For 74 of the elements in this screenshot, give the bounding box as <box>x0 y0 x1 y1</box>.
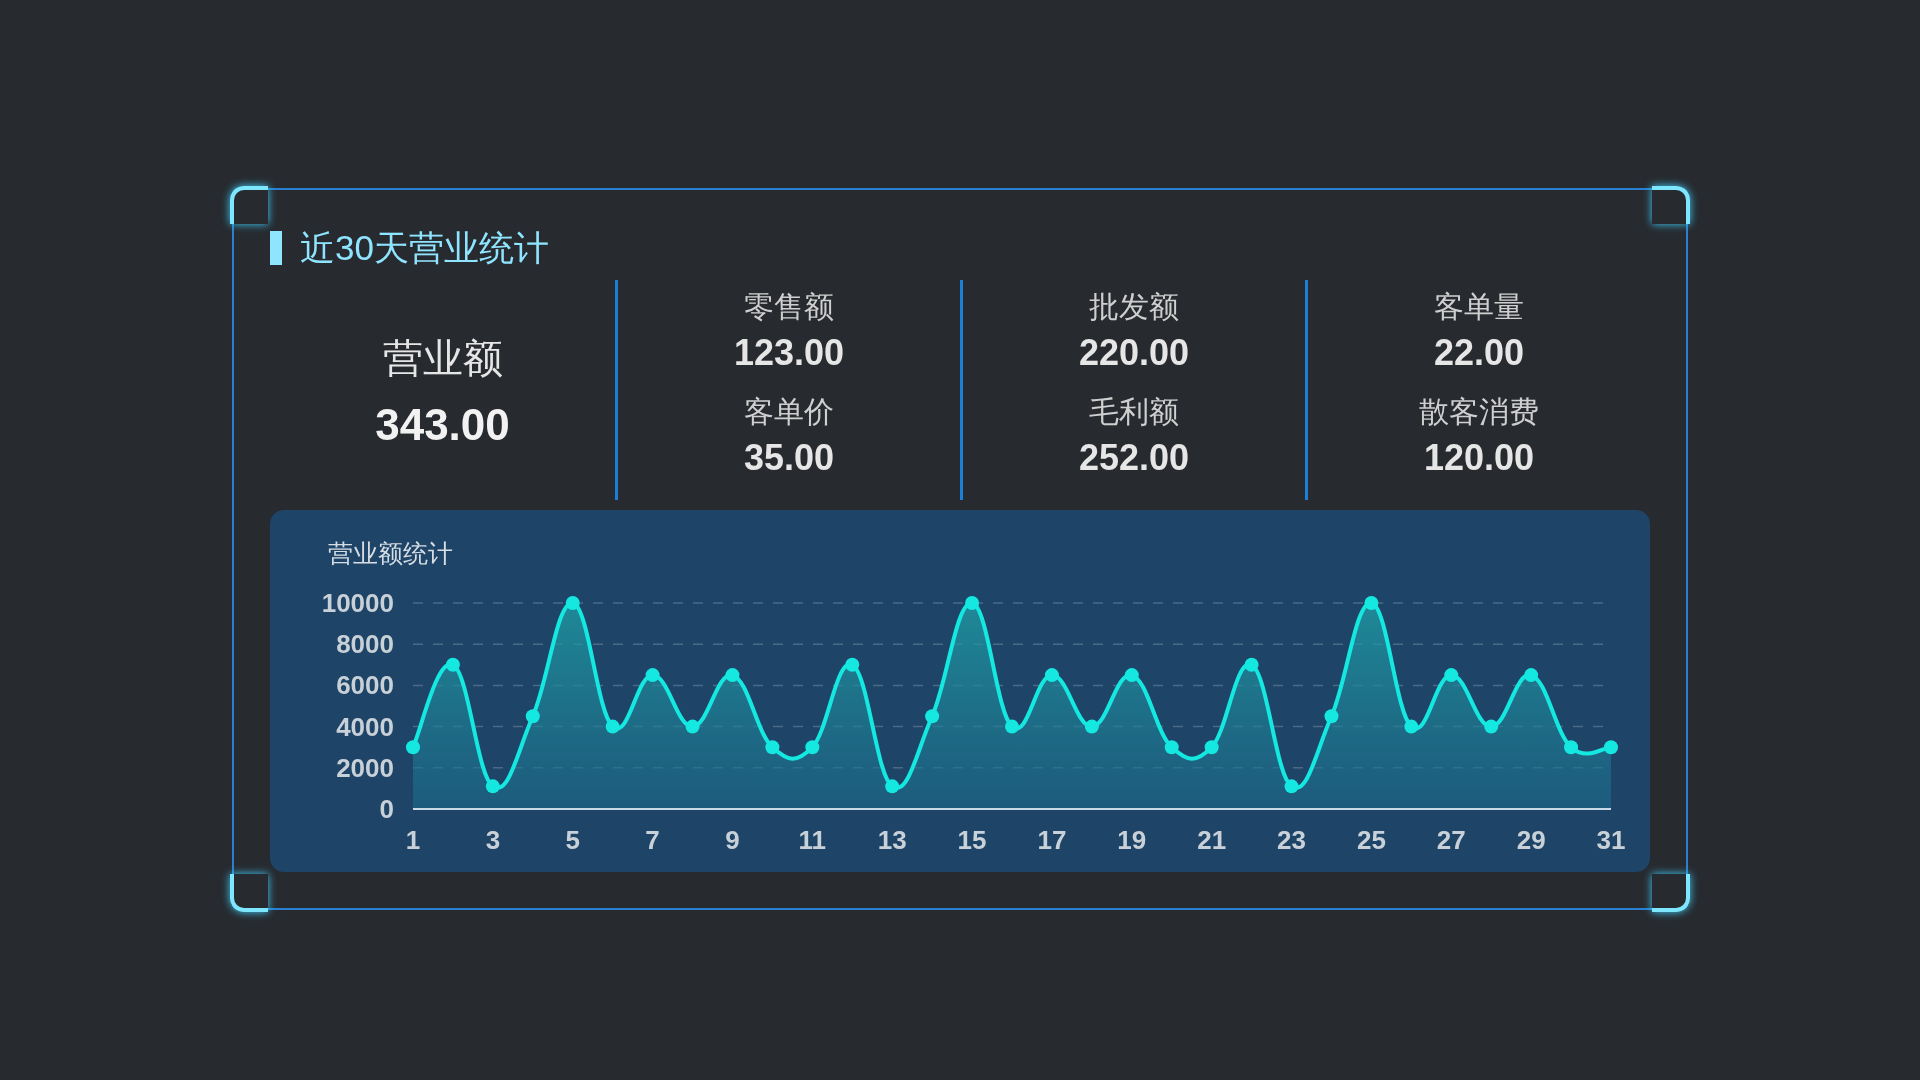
chart-title: 营业额统计 <box>328 539 453 567</box>
data-point <box>525 709 540 724</box>
data-point <box>445 657 460 672</box>
axis-label: 9 <box>725 825 740 855</box>
data-point <box>845 657 860 672</box>
data-point <box>685 719 700 734</box>
data-point <box>805 740 820 755</box>
stat-label: 客单价 <box>744 394 834 430</box>
axis-label: 23 <box>1277 825 1306 855</box>
corner-ornament <box>1652 186 1690 224</box>
panel-title: 近30天营业统计 <box>300 226 549 269</box>
axis-label: 1 <box>405 825 421 855</box>
axis-label: 0 <box>379 794 394 824</box>
data-point <box>1484 719 1499 734</box>
data-point <box>1444 668 1459 683</box>
axis-label: 4000 <box>336 711 394 742</box>
data-point <box>885 779 900 794</box>
data-point <box>1204 740 1219 755</box>
data-point <box>1364 596 1379 610</box>
axis-label: 2000 <box>336 752 394 783</box>
data-point <box>1604 740 1618 755</box>
data-point <box>1564 740 1579 755</box>
data-point <box>565 596 580 610</box>
stat-value: 123.00 <box>733 332 845 374</box>
axis-label: 8000 <box>336 629 394 660</box>
data-point <box>1044 668 1059 683</box>
data-point <box>1404 719 1419 734</box>
axis-label: 21 <box>1197 825 1227 855</box>
stat-label: 毛利额 <box>1089 394 1179 430</box>
stat-label: 营业额 <box>382 334 503 382</box>
stat-value: 220.00 <box>1078 332 1190 374</box>
axis-label: 19 <box>1117 825 1147 855</box>
axis-label: 31 <box>1596 825 1626 855</box>
axis-label: 5 <box>565 825 580 855</box>
data-point <box>1124 668 1139 683</box>
data-point <box>1244 657 1259 672</box>
axis-label: 17 <box>1037 825 1067 855</box>
axis-label: 25 <box>1356 825 1386 855</box>
axis-label: 6000 <box>336 670 394 701</box>
data-point <box>1324 709 1339 724</box>
axis-label: 11 <box>798 825 827 855</box>
stat-label: 零售额 <box>744 289 834 325</box>
corner-ornament <box>1652 874 1690 912</box>
data-point <box>485 779 500 794</box>
stat-value: 252.00 <box>1078 437 1190 479</box>
data-point <box>1005 719 1019 734</box>
stat-value: 343.00 <box>375 399 510 450</box>
data-point <box>925 709 940 724</box>
data-point <box>965 596 980 610</box>
data-point <box>645 668 660 683</box>
stat-value: 22.00 <box>1433 332 1525 374</box>
axis-label: 7 <box>645 825 660 855</box>
stat-label: 客单量 <box>1434 289 1524 325</box>
corner-ornament <box>230 186 268 224</box>
data-point <box>1084 719 1099 734</box>
stat-label: 散客消费 <box>1419 394 1539 430</box>
axis-label: 13 <box>877 825 907 855</box>
stat-label: 批发额 <box>1089 289 1179 325</box>
title-marker <box>270 231 282 265</box>
data-point <box>1164 740 1179 755</box>
data-point <box>406 740 420 755</box>
data-point <box>1284 779 1299 794</box>
axis-label: 27 <box>1436 825 1466 855</box>
data-point <box>725 668 740 683</box>
corner-ornament <box>230 874 268 912</box>
data-point <box>765 740 780 755</box>
axis-label: 3 <box>485 825 501 855</box>
axis-label: 15 <box>957 825 987 855</box>
axis-label: 29 <box>1516 825 1546 855</box>
data-point <box>1524 668 1539 683</box>
stat-value: 120.00 <box>1423 437 1535 479</box>
data-point <box>605 719 620 734</box>
stat-value: 35.00 <box>743 437 835 479</box>
axis-label: 10000 <box>321 588 394 618</box>
